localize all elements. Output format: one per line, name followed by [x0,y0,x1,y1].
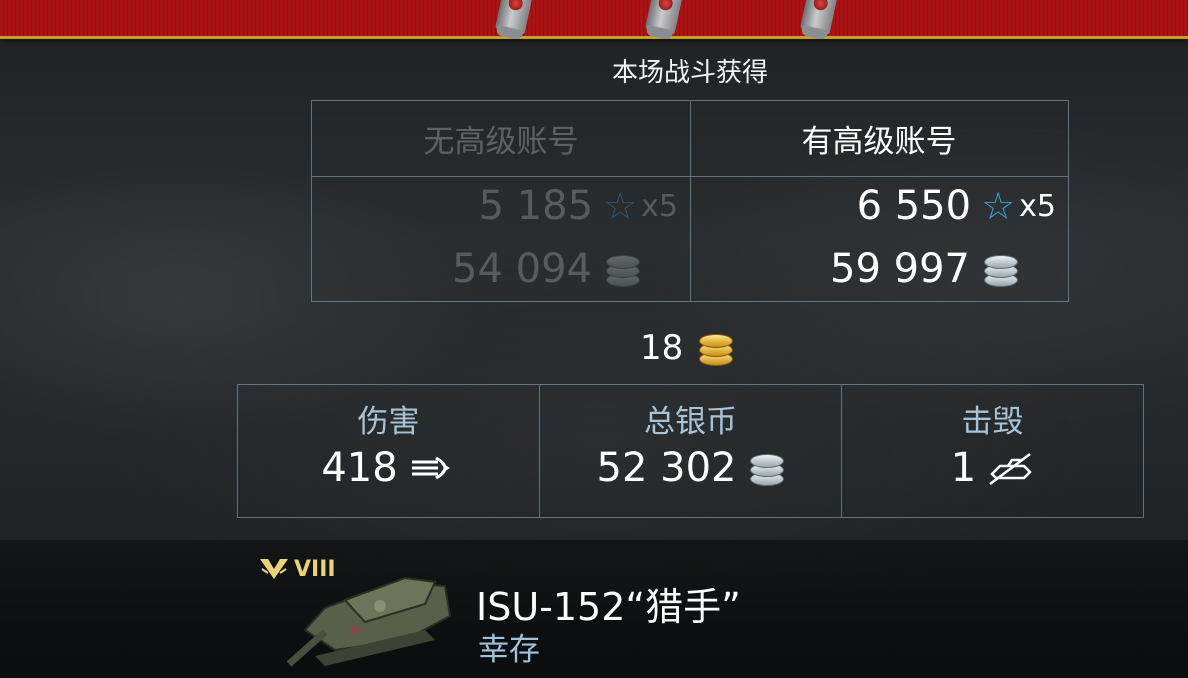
medal-icon [485,0,541,46]
shell-damage-icon [411,456,450,480]
tank-status: 幸存 [478,632,540,668]
premium-xp-row: 6 550 ☆ x5 [857,183,1056,229]
no-premium-silver-value: 54 094 [452,246,592,292]
destroyed-stat: 击毁 1 [842,385,1143,517]
total-silver-value: 52 302 [596,445,737,492]
top-banner [0,0,1188,39]
tank-icon [286,576,452,667]
no-premium-column: 无高级账号 5 185 ☆ x5 54 094 [312,101,691,301]
no-premium-silver-row: 54 094 [452,246,640,292]
destroyed-value-row: 1 [951,445,1034,491]
gold-value: 18 [640,328,684,368]
star-icon: ☆ [981,184,1016,228]
premium-label: 有高级账号 [690,101,1068,177]
silver-coins-icon [748,450,785,487]
gold-coins-icon [697,330,734,366]
no-premium-xp-multiplier: x5 [641,188,678,224]
total-silver-value-row: 52 302 [597,445,785,491]
damage-stat: 伤害 418 [238,385,540,517]
no-premium-xp-value: 5 185 [478,183,594,229]
damage-label: 伤害 [357,404,420,440]
premium-xp-multiplier: x5 [1019,188,1056,224]
total-silver-stat: 总银币 52 302 [540,385,842,517]
damage-value: 418 [321,445,398,492]
silver-coins-icon [982,251,1018,287]
no-premium-xp-row: 5 185 ☆ x5 [479,183,678,229]
premium-silver-row: 59 997 [830,246,1018,292]
battle-earnings-heading: 本场战斗获得 [611,58,768,88]
silver-coins-icon [604,251,640,287]
earnings-table: 无高级账号 5 185 ☆ x5 54 094 有高级账号 6 550 ☆ x5… [311,100,1069,302]
no-premium-label: 无高级账号 [312,101,690,177]
premium-column: 有高级账号 6 550 ☆ x5 59 997 [690,101,1068,301]
gold-earned: 18 [640,328,734,368]
damage-value-row: 418 [321,445,455,491]
total-silver-label: 总银币 [644,404,737,440]
destroyed-value: 1 [950,445,977,492]
destroyed-tank-icon [989,453,1032,486]
star-icon: ☆ [603,184,638,228]
tank-name: ISU-152“猎手” [476,585,741,629]
destroyed-label: 击毁 [961,404,1024,440]
medal-icon [635,0,691,46]
battle-stats-table: 伤害 418 总银币 52 302 击毁 1 [237,384,1144,518]
premium-xp-value: 6 550 [856,183,972,229]
premium-silver-value: 59 997 [830,246,970,292]
medal-icon [790,0,846,46]
